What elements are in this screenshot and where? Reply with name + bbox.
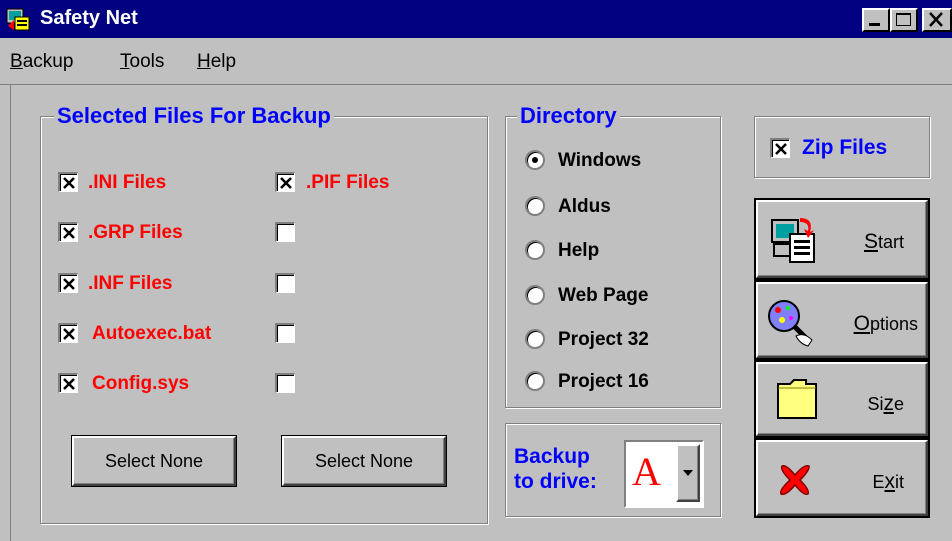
close-button[interactable] bbox=[922, 8, 952, 32]
menu-bar: Backup Tools Help bbox=[0, 38, 952, 85]
maximize-icon bbox=[896, 13, 911, 26]
radio-help[interactable] bbox=[525, 240, 545, 260]
autoexec-label: Autoexec.bat bbox=[92, 323, 212, 344]
check-icon bbox=[63, 177, 75, 189]
zip-files-label: Zip Files bbox=[802, 136, 888, 159]
pif-files-checkbox[interactable] bbox=[275, 172, 295, 192]
check-icon bbox=[63, 378, 75, 390]
drive-label-line2: to drive: bbox=[514, 470, 597, 493]
computer-backup-icon bbox=[771, 218, 815, 263]
radio-web-page-label: Web Page bbox=[558, 285, 649, 306]
select-none-right-label: Select None bbox=[314, 451, 414, 471]
size-label: Size bbox=[867, 392, 904, 415]
ini-files-checkbox[interactable] bbox=[58, 172, 78, 192]
ini-files-label: .INI Files bbox=[88, 172, 167, 193]
config-sys-label: Config.sys bbox=[92, 373, 190, 394]
check-icon bbox=[280, 177, 292, 189]
radio-project-16-label: Project 16 bbox=[558, 371, 649, 392]
radio-project-32[interactable] bbox=[525, 329, 545, 349]
custom-file-checkbox-4[interactable] bbox=[275, 323, 295, 343]
custom-file-checkbox-5[interactable] bbox=[275, 373, 295, 393]
options-label: Options bbox=[853, 312, 918, 335]
chevron-down-icon bbox=[683, 470, 693, 476]
radio-aldus[interactable] bbox=[525, 196, 545, 216]
red-x-icon bbox=[779, 464, 810, 496]
window-title: Safety Net bbox=[40, 7, 138, 29]
pif-files-label: .PIF Files bbox=[306, 172, 390, 193]
inf-files-label: .INF Files bbox=[88, 273, 173, 294]
grp-files-checkbox[interactable] bbox=[58, 222, 78, 242]
radio-aldus-label: Aldus bbox=[558, 196, 611, 217]
exit-button[interactable]: Exit bbox=[754, 438, 930, 518]
radio-web-page[interactable] bbox=[525, 285, 545, 305]
files-group-title: Selected Files For Backup bbox=[54, 103, 334, 129]
radio-project-16[interactable] bbox=[525, 371, 545, 391]
drive-label: Backup to drive: bbox=[514, 444, 597, 494]
radio-help-label: Help bbox=[558, 240, 600, 261]
drive-dropdown-button[interactable] bbox=[676, 444, 700, 502]
minimize-icon bbox=[869, 23, 880, 26]
start-button[interactable]: Start bbox=[754, 198, 930, 280]
autoexec-checkbox[interactable] bbox=[58, 323, 78, 343]
folder-icon bbox=[777, 379, 817, 419]
app-icon bbox=[6, 8, 30, 31]
drive-dropdown[interactable]: A bbox=[624, 440, 704, 508]
inf-files-checkbox[interactable] bbox=[58, 273, 78, 293]
size-button[interactable]: Size bbox=[754, 360, 930, 438]
custom-file-checkbox-3[interactable] bbox=[275, 273, 295, 293]
menu-tools[interactable]: Tools bbox=[120, 51, 164, 73]
select-none-right-button[interactable]: Select None bbox=[281, 435, 447, 487]
check-icon bbox=[63, 328, 75, 340]
menu-backup[interactable]: Backup bbox=[10, 51, 73, 73]
drive-letter: A bbox=[632, 449, 661, 494]
close-icon bbox=[929, 12, 943, 27]
maximize-button[interactable] bbox=[890, 8, 918, 32]
radio-windows-label: Windows bbox=[558, 150, 642, 171]
window-edge bbox=[10, 84, 11, 541]
options-button[interactable]: Options bbox=[754, 280, 930, 360]
check-icon bbox=[775, 143, 787, 155]
config-sys-checkbox[interactable] bbox=[58, 373, 78, 393]
select-none-left-label: Select None bbox=[104, 451, 204, 471]
check-icon bbox=[63, 278, 75, 290]
directory-group-title: Directory bbox=[517, 103, 620, 129]
zip-files-checkbox[interactable] bbox=[770, 138, 790, 158]
drive-label-line1: Backup bbox=[514, 445, 590, 468]
menu-help[interactable]: Help bbox=[197, 51, 236, 73]
start-label: Start bbox=[863, 230, 904, 253]
radio-project-32-label: Project 32 bbox=[558, 329, 649, 350]
title-bar[interactable]: Safety Net bbox=[0, 0, 952, 38]
minimize-button[interactable] bbox=[862, 8, 890, 32]
radio-selected-dot bbox=[532, 157, 538, 163]
grp-files-label: .GRP Files bbox=[88, 222, 183, 243]
custom-file-checkbox-2[interactable] bbox=[275, 222, 295, 242]
exit-label: Exit bbox=[872, 470, 904, 493]
options-magnifier-icon bbox=[768, 300, 813, 347]
select-none-left-button[interactable]: Select None bbox=[71, 435, 237, 487]
check-icon bbox=[63, 227, 75, 239]
radio-windows[interactable] bbox=[525, 150, 545, 170]
